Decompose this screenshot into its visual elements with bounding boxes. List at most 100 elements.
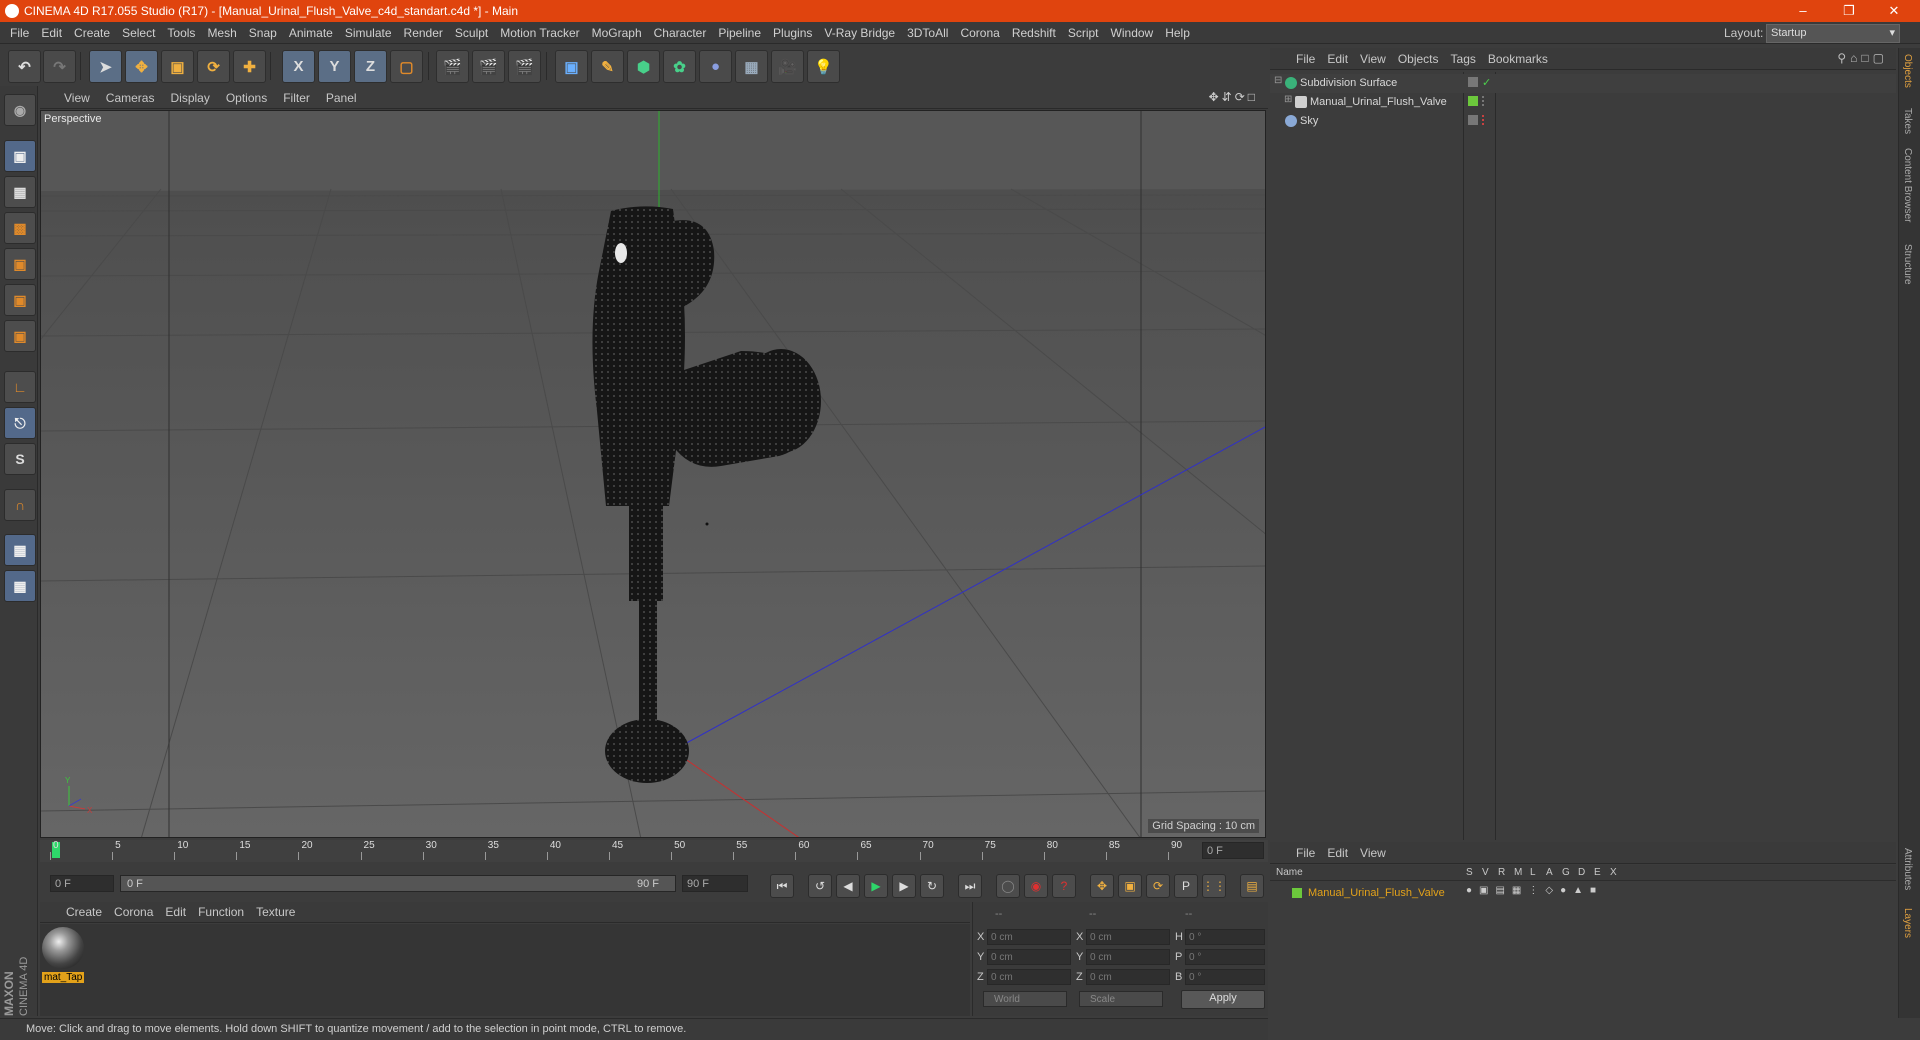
edges-mode-button[interactable]: ▣ [4,284,36,316]
menu-script[interactable]: Script [1062,22,1105,44]
object-menu-view[interactable]: View [1354,48,1392,70]
menu-redshift[interactable]: Redshift [1006,22,1062,44]
menu-3dtoall[interactable]: 3DToAll [901,22,954,44]
visibility-dots[interactable] [1482,96,1488,106]
size-x-field[interactable]: 0 cm [1086,929,1170,945]
viewport-menu-display[interactable]: Display [162,88,217,108]
layer-color-swatch[interactable] [1468,96,1478,106]
material-name-label[interactable]: mat_Tap [42,972,85,983]
cloner-button[interactable]: ✿ [663,50,696,83]
material-menu-create[interactable]: Create [60,902,108,922]
col-animation[interactable]: A [1546,867,1553,878]
menu-pipeline[interactable]: Pipeline [712,22,767,44]
rotate-tool-button[interactable]: ⟳ [197,50,230,83]
size-mode-select[interactable]: Scale [1079,991,1163,1007]
points-mode-button[interactable]: ▣ [4,248,36,280]
rotation-p-field[interactable]: 0 ° [1185,949,1265,965]
position-x-field[interactable]: 0 cm [987,929,1071,945]
col-locked[interactable]: L [1530,867,1536,878]
viewport-menu-panel[interactable]: Panel [318,88,365,108]
col-manager[interactable]: M [1514,867,1522,878]
camera-button[interactable]: 🎥 [771,50,804,83]
object-row[interactable]: ⊟ Subdivision Surface ✓ [1270,74,1896,93]
object-menu-objects[interactable]: Objects [1392,48,1445,70]
layer-color-swatch[interactable] [1292,888,1302,898]
material-menu-texture[interactable]: Texture [250,902,301,922]
material-menu-edit[interactable]: Edit [159,902,192,922]
goto-next-key-button[interactable]: ↻ [920,874,944,898]
rotation-b-field[interactable]: 0 ° [1185,969,1265,985]
menu-snap[interactable]: Snap [243,22,283,44]
floor-button[interactable]: ▦ [735,50,768,83]
model-mode-button[interactable]: ▣ [4,140,36,172]
menu-file[interactable]: File [4,22,35,44]
step-forward-button[interactable]: ▶ [892,874,916,898]
axis-mode-button[interactable]: ∟ [4,371,36,403]
menu-plugins[interactable]: Plugins [767,22,818,44]
visibility-dots[interactable] [1482,115,1488,125]
col-render[interactable]: R [1498,867,1505,878]
start-frame-field[interactable]: 0 F [50,875,114,892]
menu-animate[interactable]: Animate [283,22,339,44]
current-frame-field[interactable]: 0 F [1202,842,1264,859]
apply-button[interactable]: Apply [1181,990,1265,1009]
menu-character[interactable]: Character [648,22,713,44]
menu-motion-tracker[interactable]: Motion Tracker [494,22,585,44]
subdivision-surface-button[interactable]: ⬢ [627,50,660,83]
tree-expand-icon[interactable]: ⊞ [1284,94,1292,105]
recent-tools-button[interactable]: ✚ [233,50,266,83]
goto-end-button[interactable]: ⏭ [958,874,982,898]
polygons-mode-button[interactable]: ▣ [4,320,36,352]
workplane-mode-button[interactable]: ▩ [4,212,36,244]
workplane-lock-button[interactable]: ▦ [4,534,36,566]
undo-button[interactable]: ↶ [8,50,41,83]
deformer-button[interactable]: ● [699,50,732,83]
auto-key-button[interactable]: ? [1052,874,1076,898]
menu-window[interactable]: Window [1105,22,1160,44]
col-deformers[interactable]: D [1578,867,1585,878]
key-scale-button[interactable]: ▣ [1118,874,1142,898]
col-solo[interactable]: S [1466,867,1473,878]
checkmark-icon[interactable]: ✓ [1482,76,1491,89]
menu-mesh[interactable]: Mesh [201,22,242,44]
visibility-toggle[interactable] [1468,77,1478,87]
position-z-field[interactable]: 0 cm [987,969,1071,985]
material-preview-swatch[interactable] [42,927,84,969]
col-generators[interactable]: G [1562,867,1570,878]
tab-layers[interactable]: Layers [1902,908,1913,938]
visibility-toggle[interactable] [1468,115,1478,125]
z-axis-button[interactable]: Z [354,50,387,83]
layer-menu-file[interactable]: File [1290,842,1321,864]
layer-flag-icons[interactable]: ●▣▤▦⋮◇●▲■ [1466,885,1603,896]
menu-edit[interactable]: Edit [35,22,68,44]
material-menu-corona[interactable]: Corona [108,902,159,922]
scale-tool-button[interactable]: ▣ [161,50,194,83]
tab-structure[interactable]: Structure [1902,244,1913,285]
y-axis-button[interactable]: Y [318,50,351,83]
tab-takes[interactable]: Takes [1902,108,1913,134]
close-button[interactable]: ✕ [1874,2,1914,20]
material-menu-function[interactable]: Function [192,902,250,922]
tab-content-browser[interactable]: Content Browser [1902,148,1913,222]
rotation-h-field[interactable]: 0 ° [1185,929,1265,945]
viewport-menu-options[interactable]: Options [218,88,275,108]
layer-row[interactable]: Manual_Urinal_Flush_Valve ●▣▤▦⋮◇●▲■ [1270,884,1896,902]
col-xrefs[interactable]: X [1610,867,1617,878]
menu-simulate[interactable]: Simulate [339,22,398,44]
timeline-ruler[interactable]: 0 5 10 15 20 25 30 35 40 45 50 55 60 65 70 75 80 85 90 0 F [40,840,1268,862]
object-menu-bookmarks[interactable]: Bookmarks [1482,48,1554,70]
frame-range-slider[interactable]: 0 F 90 F [120,875,676,892]
live-selection-button[interactable]: ➤ [89,50,122,83]
position-y-field[interactable]: 0 cm [987,949,1071,965]
object-manager-nav-icons[interactable]: ⚲⌂□▢ [1837,51,1888,65]
col-expressions[interactable]: E [1594,867,1601,878]
goto-start-button[interactable]: ⏮ [770,874,794,898]
goto-prev-key-button[interactable]: ↺ [808,874,832,898]
key-rotation-button[interactable]: ⟳ [1146,874,1170,898]
x-axis-button[interactable]: X [282,50,315,83]
timeline-window-button[interactable]: ▤ [1240,874,1264,898]
render-view-button[interactable]: 🎬 [436,50,469,83]
perspective-viewport[interactable]: Y X Perspective Grid Spacing : 10 cm [40,110,1266,838]
make-editable-button[interactable]: ◉ [4,94,36,126]
object-menu-file[interactable]: File [1290,48,1321,70]
